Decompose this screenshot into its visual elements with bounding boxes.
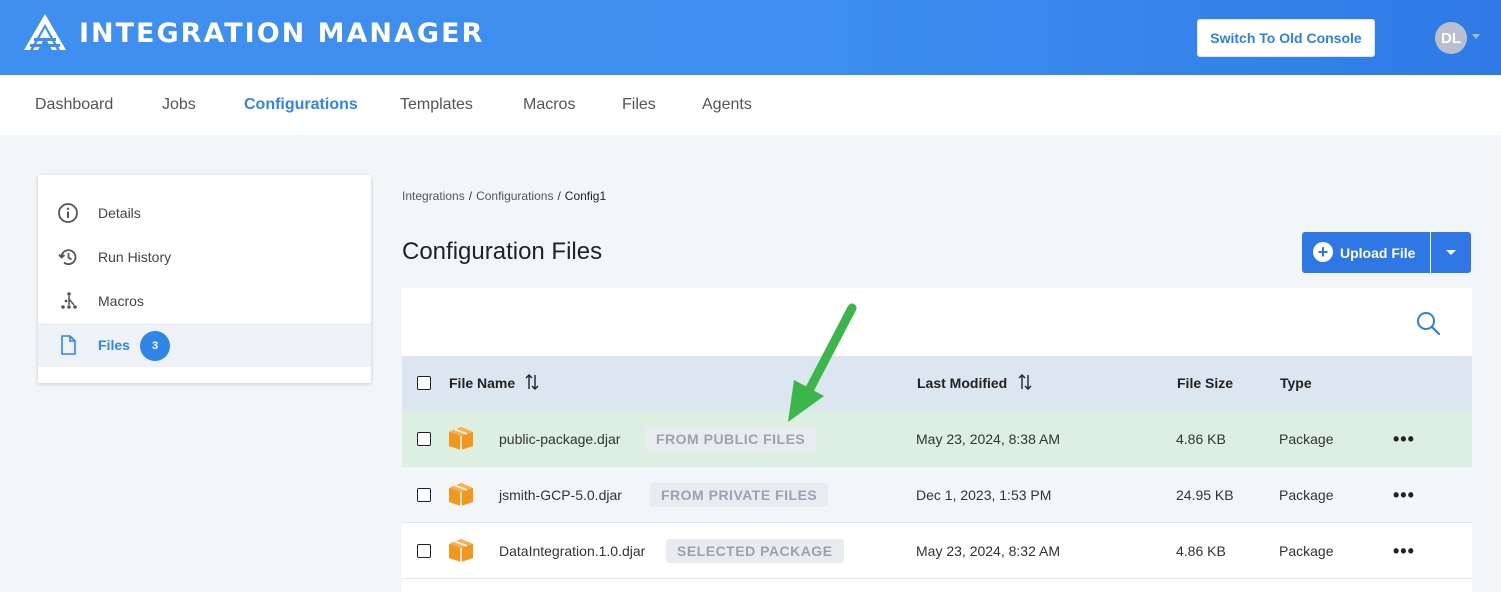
column-file-size: File Size — [1177, 375, 1234, 391]
last-modified: Dec 1, 2023, 1:53 PM — [916, 487, 1052, 503]
tab-jobs[interactable]: Jobs — [162, 96, 196, 114]
column-last-modified[interactable]: Last Modified — [917, 375, 1007, 391]
sidebar-item-label: Macros — [98, 293, 144, 309]
files-table: File Name Last Modified File Size Type p… — [402, 288, 1472, 592]
app-title: INTEGRATION MANAGER — [79, 18, 485, 49]
page-title: Configuration Files — [402, 238, 603, 265]
breadcrumb-separator: / — [468, 189, 473, 203]
row-checkbox[interactable] — [417, 488, 431, 502]
files-count-badge: 3 — [140, 331, 170, 361]
table-header: File Name Last Modified File Size Type — [402, 356, 1472, 411]
table-row[interactable]: jsmith-GCP-5.0.djar FROM PRIVATE FILES D… — [402, 467, 1472, 523]
more-actions-icon[interactable]: ••• — [1393, 541, 1415, 562]
app-logo-icon — [24, 14, 66, 50]
sidebar-item-label: Files — [98, 337, 130, 353]
breadcrumb-current: Config1 — [564, 189, 607, 203]
tab-templates[interactable]: Templates — [400, 96, 473, 114]
sidebar-item-label: Run History — [98, 249, 172, 265]
package-icon — [449, 427, 473, 450]
tab-files[interactable]: Files — [622, 96, 656, 114]
info-icon — [58, 203, 78, 223]
file-size: 24.95 KB — [1176, 487, 1234, 503]
sidebar-item-details[interactable]: Details — [38, 191, 371, 235]
column-type: Type — [1280, 375, 1312, 391]
row-checkbox[interactable] — [417, 432, 431, 446]
select-all-checkbox[interactable] — [417, 376, 431, 390]
sidebar-item-macros[interactable]: Macros — [38, 279, 371, 323]
tab-dashboard[interactable]: Dashboard — [35, 96, 113, 114]
file-size: 4.86 KB — [1176, 431, 1226, 447]
tab-macros[interactable]: Macros — [523, 96, 575, 114]
file-name[interactable]: jsmith-GCP-5.0.djar — [499, 487, 622, 503]
sidebar-card: Details Run History Macros Files 3 — [38, 175, 371, 383]
upload-options-dropdown[interactable] — [1431, 232, 1471, 273]
sort-icon[interactable] — [1017, 373, 1033, 391]
upload-file-button[interactable]: + Upload File — [1302, 232, 1430, 273]
history-icon — [58, 249, 77, 266]
source-tag: FROM PUBLIC FILES — [645, 427, 817, 451]
sort-icon[interactable] — [524, 373, 540, 391]
file-name[interactable]: public-package.djar — [499, 431, 620, 447]
switch-to-old-console-button[interactable]: Switch To Old Console — [1197, 19, 1375, 57]
table-row[interactable]: DataIntegration.1.0.djar SELECTED PACKAG… — [402, 523, 1472, 579]
macros-icon — [61, 292, 77, 309]
breadcrumb-configurations[interactable]: Configurations — [476, 189, 553, 203]
breadcrumb: Integrations / Configurations / Config1 — [402, 189, 606, 203]
file-name[interactable]: DataIntegration.1.0.djar — [499, 543, 645, 559]
sidebar-item-files[interactable]: Files 3 — [38, 323, 371, 367]
user-avatar[interactable]: DL — [1435, 22, 1467, 54]
column-file-name[interactable]: File Name — [449, 375, 515, 391]
chevron-down-icon[interactable] — [1472, 34, 1480, 39]
row-checkbox[interactable] — [417, 544, 431, 558]
last-modified: May 23, 2024, 8:32 AM — [916, 543, 1060, 559]
file-type: Package — [1279, 487, 1334, 503]
tab-configurations[interactable]: Configurations — [244, 96, 358, 114]
file-size: 4.86 KB — [1176, 543, 1226, 559]
more-actions-icon[interactable]: ••• — [1393, 485, 1415, 506]
package-icon — [449, 483, 473, 506]
upload-file-label: Upload File — [1340, 245, 1416, 261]
file-icon — [61, 335, 76, 355]
sidebar-item-run-history[interactable]: Run History — [38, 235, 371, 279]
file-type: Package — [1279, 543, 1334, 559]
breadcrumb-integrations[interactable]: Integrations — [402, 189, 465, 203]
file-type: Package — [1279, 431, 1334, 447]
main-nav: Dashboard Jobs Configurations Templates … — [0, 75, 1501, 135]
breadcrumb-separator: / — [557, 189, 561, 203]
more-actions-icon[interactable]: ••• — [1393, 429, 1415, 450]
top-header: INTEGRATION MANAGER Switch To Old Consol… — [0, 0, 1501, 75]
tab-agents[interactable]: Agents — [702, 96, 752, 114]
table-row[interactable]: public-package.djar FROM PUBLIC FILES Ma… — [402, 411, 1472, 467]
sidebar-item-label: Details — [98, 205, 141, 221]
plus-circle-icon: + — [1313, 242, 1333, 262]
source-tag: SELECTED PACKAGE — [666, 539, 844, 563]
package-icon — [449, 539, 473, 562]
source-tag: FROM PRIVATE FILES — [650, 483, 829, 507]
search-icon[interactable] — [1415, 310, 1441, 336]
last-modified: May 23, 2024, 8:38 AM — [916, 431, 1060, 447]
